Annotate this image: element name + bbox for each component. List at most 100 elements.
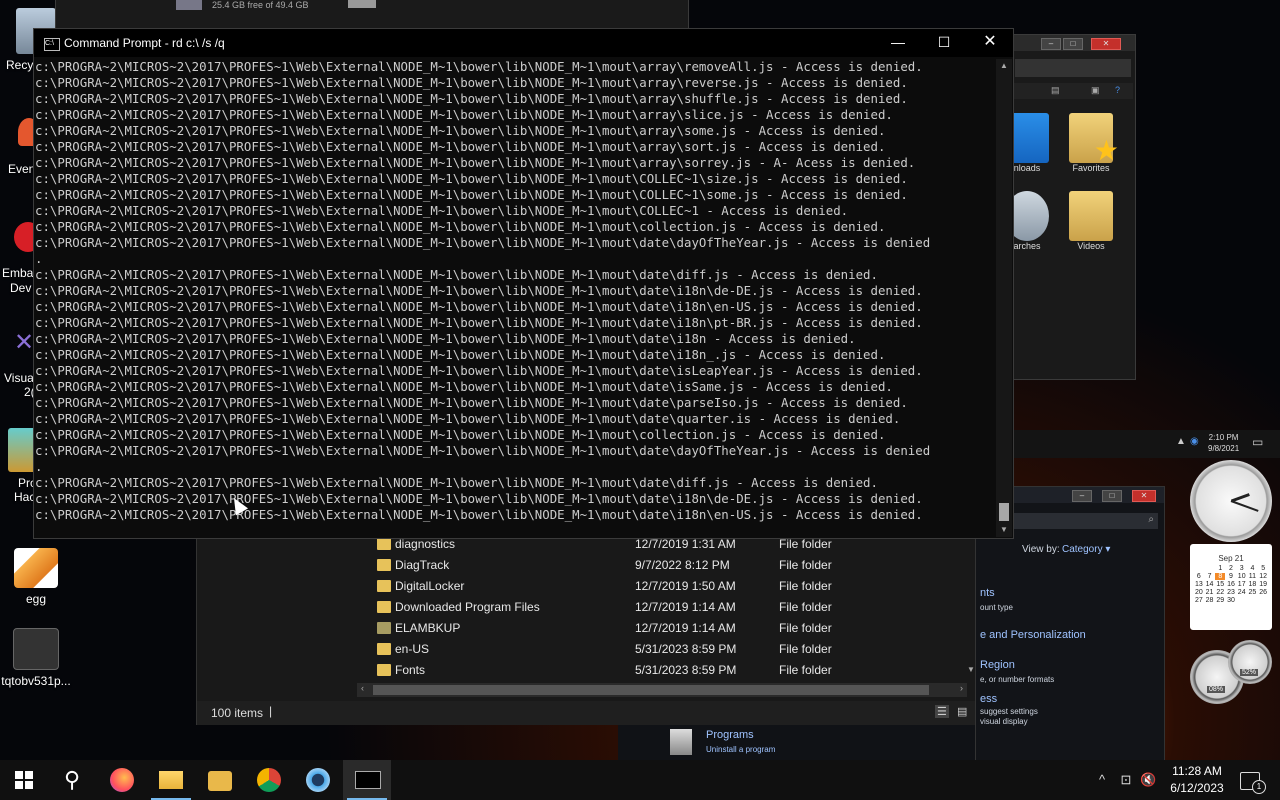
cp-ease-link-2[interactable]: visual display xyxy=(980,717,1028,726)
cp-region-heading[interactable]: Region xyxy=(980,659,1015,671)
file-name: Downloaded Program Files xyxy=(395,600,540,614)
cmd-maximize-button[interactable]: ☐ xyxy=(921,29,967,57)
desktop-icon-egg[interactable]: egg xyxy=(0,548,72,606)
horizontal-scroll-thumb[interactable] xyxy=(373,685,929,695)
taskbar-clock[interactable]: 11:28 AM 6/12/2023 xyxy=(1160,763,1234,797)
console-line: . xyxy=(35,251,43,266)
libraries-minimize-button[interactable]: – xyxy=(1041,38,1061,50)
libraries-close-button[interactable]: ✕ xyxy=(1091,38,1121,50)
calendar-day: 18 xyxy=(1248,581,1257,588)
show-hidden-icons-icon[interactable]: ^ xyxy=(1094,772,1110,788)
cmd-scroll-thumb[interactable] xyxy=(999,503,1009,521)
console-line: c:\PROGRA~2\MICROS~2\2017\PROFES~1\Web\E… xyxy=(35,123,886,138)
background-window-libraries[interactable]: – □ ✕ ▤ ▣ ? nloads Favorites arches Vide… xyxy=(1005,34,1136,380)
folder-favorites[interactable]: Favorites xyxy=(1061,113,1121,173)
tray-network-icon[interactable]: ◉ xyxy=(1190,436,1199,447)
desktop-icon-tqtobv[interactable]: tqtobv531p... xyxy=(0,628,72,688)
scroll-down-arrow-icon[interactable]: ▼ xyxy=(967,665,975,674)
ram-meter-value: 52% xyxy=(1240,669,1259,676)
taskbar-file-explorer[interactable] xyxy=(147,760,195,800)
clock-gadget[interactable] xyxy=(1190,460,1272,542)
file-date: 9/7/2022 8:12 PM xyxy=(635,558,730,572)
windows-logo-icon xyxy=(15,771,33,789)
view-by-dropdown[interactable]: Category ▾ xyxy=(1062,544,1110,555)
view-icon[interactable]: ▤ xyxy=(1051,85,1060,96)
tray-arrow-icon[interactable]: ▲ xyxy=(1176,436,1186,447)
table-row[interactable]: en-US 5/31/2023 8:59 PM File folder xyxy=(373,640,973,661)
calendar-gadget[interactable]: Sep 21 1 2 3 4 5 6 7 8 9 10 11 12 13 14 15 16 17 18 19 20 21… xyxy=(1190,544,1272,630)
taskbar-app-blue[interactable] xyxy=(294,760,342,800)
console-line: c:\PROGRA~2\MICROS~2\2017\PROFES~1\Web\E… xyxy=(35,187,908,202)
cmd-vertical-scrollbar[interactable]: ▲ ▼ xyxy=(996,59,1012,537)
calendar-day: 12 xyxy=(1259,573,1268,580)
calendar-day xyxy=(1205,565,1215,572)
calendar-day: 23 xyxy=(1227,589,1235,596)
drive-icon xyxy=(176,0,202,10)
file-type: File folder xyxy=(779,600,832,614)
cp-appearance-heading[interactable]: e and Personalization xyxy=(980,629,1086,641)
cp-user-accounts-link[interactable]: ount type xyxy=(980,603,1013,612)
volume-muted-icon[interactable]: 🔇 xyxy=(1140,772,1156,788)
cp-region-link[interactable]: e, or number formats xyxy=(980,675,1054,684)
libraries-search-box[interactable] xyxy=(1015,59,1131,77)
scroll-down-arrow-icon[interactable]: ▼ xyxy=(996,523,1012,537)
process-hacker-icon[interactable] xyxy=(8,428,36,472)
cmd-console-output[interactable]: c:\PROGRA~2\MICROS~2\2017\PROFES~1\Web\E… xyxy=(34,59,996,537)
file-name: DiagTrack xyxy=(395,558,450,572)
preview-pane-icon[interactable]: ▣ xyxy=(1091,85,1100,96)
calendar-day: 15 xyxy=(1216,581,1225,588)
scroll-right-arrow-icon[interactable]: › xyxy=(960,683,963,693)
network-icon[interactable]: ⊡ xyxy=(1118,772,1134,788)
help-icon[interactable]: ? xyxy=(1115,85,1120,95)
cp-ease-heading[interactable]: ess xyxy=(980,693,997,705)
scroll-left-arrow-icon[interactable]: ‹ xyxy=(361,683,364,693)
scroll-up-arrow-icon[interactable]: ▲ xyxy=(996,59,1012,73)
large-icons-view-icon[interactable]: ▤ xyxy=(957,705,967,718)
cp-ease-link[interactable]: suggest settings xyxy=(980,707,1038,716)
taskbar-search-button[interactable]: ⚲ xyxy=(48,760,96,800)
table-row[interactable]: Downloaded Program Files 12/7/2019 1:14 … xyxy=(373,598,973,619)
cmd-close-button[interactable]: ✕ xyxy=(967,29,1013,57)
favorites-folder-icon xyxy=(1069,113,1119,167)
command-prompt-window[interactable]: C:\ Command Prompt - rd c:\ /s /q — ☐ ✕ … xyxy=(33,28,1014,539)
taskbar-command-prompt[interactable] xyxy=(343,760,391,800)
file-date: 12/7/2019 1:50 AM xyxy=(635,579,736,593)
cmd-titlebar[interactable]: C:\ Command Prompt - rd c:\ /s /q — ☐ ✕ xyxy=(34,29,1013,57)
table-row[interactable]: ELAMBKUP 12/7/2019 1:14 AM File folder xyxy=(373,619,973,640)
table-row[interactable]: DiagTrack 9/7/2022 8:12 PM File folder xyxy=(373,556,973,577)
table-row[interactable]: DigitalLocker 12/7/2019 1:50 AM File fol… xyxy=(373,577,973,598)
horizontal-scrollbar[interactable]: ‹ › xyxy=(357,683,967,697)
cmd-app-icon[interactable]: C:\ xyxy=(44,38,60,51)
videos-folder-icon xyxy=(1069,191,1113,241)
programs-heading[interactable]: Programs xyxy=(706,729,754,741)
taskbar-chrome[interactable] xyxy=(245,760,293,800)
cp-maximize-button[interactable]: □ xyxy=(1102,490,1122,502)
calendar-day: 7 xyxy=(1207,573,1212,580)
cp-minimize-button[interactable]: – xyxy=(1072,490,1092,502)
folder-videos[interactable]: Videos xyxy=(1061,191,1121,251)
console-line: c:\PROGRA~2\MICROS~2\2017\PROFES~1\Web\E… xyxy=(35,235,931,250)
uninstall-program-link[interactable]: Uninstall a program xyxy=(706,745,775,754)
libraries-maximize-button[interactable]: □ xyxy=(1063,38,1083,50)
file-explorer-window[interactable]: diagnostics 12/7/2019 1:31 AM File folde… xyxy=(196,535,975,725)
calendar-day: 13 xyxy=(1194,581,1203,588)
cp-user-accounts-heading[interactable]: nts xyxy=(980,587,995,599)
command-prompt-icon xyxy=(355,771,381,789)
cp-close-button[interactable]: ✕ xyxy=(1132,490,1156,502)
background-window-drives[interactable]: 25.4 GB free of 49.4 GB xyxy=(55,0,689,29)
file-name: diagnostics xyxy=(395,537,456,551)
secondary-clock[interactable]: 2:10 PM 9/8/2021 xyxy=(1208,432,1239,454)
cmd-minimize-button[interactable]: — xyxy=(875,29,921,57)
calendar-day: 17 xyxy=(1237,581,1246,588)
ram-meter-gadget[interactable]: 52% xyxy=(1228,640,1272,684)
details-view-icon[interactable]: ☰ xyxy=(935,705,949,718)
firefox-icon xyxy=(110,768,134,792)
start-button[interactable] xyxy=(0,760,48,800)
file-date: 12/7/2019 1:14 AM xyxy=(635,621,736,635)
table-row[interactable]: Fonts 5/31/2023 8:59 PM File folder xyxy=(373,661,973,682)
taskbar-media-player[interactable] xyxy=(196,760,244,800)
action-center-icon[interactable]: ▭ xyxy=(1252,435,1263,449)
console-line: c:\PROGRA~2\MICROS~2\2017\PROFES~1\Web\E… xyxy=(35,171,908,186)
taskbar-firefox[interactable] xyxy=(98,760,146,800)
file-date: 12/7/2019 1:14 AM xyxy=(635,600,736,614)
